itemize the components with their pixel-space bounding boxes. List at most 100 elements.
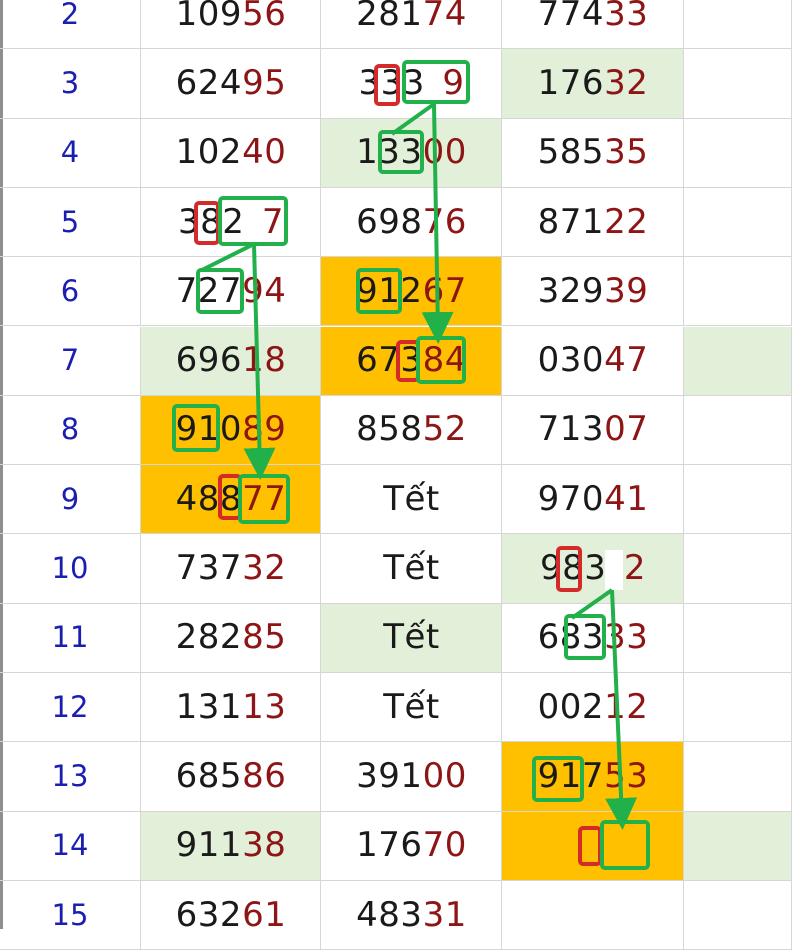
number-prefix: 488	[175, 478, 243, 519]
lottery-number: 58535	[502, 132, 684, 172]
row-number: 5	[60, 204, 80, 239]
number-suffix: 40	[242, 132, 287, 173]
number-suffix: 84	[422, 340, 467, 381]
number-suffix: 00	[422, 755, 467, 796]
number-suffix: 33	[604, 0, 649, 34]
result-cell	[684, 811, 792, 881]
number-suffix: 74	[422, 0, 467, 34]
holiday-label: Tết	[321, 479, 502, 519]
number-suffix: 94	[242, 270, 287, 311]
number-prefix: 176	[356, 825, 423, 866]
number-suffix: 32	[242, 548, 287, 589]
holiday-label: Tết	[321, 687, 502, 727]
lottery-number: 13113	[141, 687, 321, 727]
number-suffix: 00	[422, 132, 467, 173]
lottery-number: 69876	[321, 202, 502, 242]
row-number: 3	[60, 65, 80, 100]
number-prefix: 624	[175, 62, 243, 103]
row-number: 15	[51, 897, 89, 932]
lottery-number: 97041	[502, 479, 684, 519]
number-suffix: 22	[604, 201, 649, 242]
lottery-number: 72794	[141, 271, 321, 311]
lottery-number: 39100	[321, 756, 502, 796]
number-suffix: 7	[244, 201, 285, 242]
lottery-number: 17632	[502, 63, 684, 103]
number-suffix: 67	[422, 270, 467, 311]
number-prefix: 391	[356, 755, 423, 796]
lottery-number: 85852	[321, 409, 502, 449]
lottery-number: 62495	[141, 63, 321, 103]
number-prefix: 102	[175, 132, 243, 173]
row-number: 14	[51, 828, 89, 863]
lottery-number: 71307	[502, 409, 684, 449]
number-prefix: 911	[175, 825, 243, 866]
holiday-label: Tết	[321, 617, 502, 657]
row-number: 12	[51, 689, 89, 724]
row-number: 11	[51, 620, 89, 655]
lottery-number: 03047	[502, 340, 684, 380]
lottery-number: 17670	[321, 825, 502, 865]
number-suffix: 52	[422, 409, 467, 450]
number-prefix: 910	[175, 409, 243, 450]
lottery-number: 91753	[502, 756, 684, 796]
lottery-number: 983 2	[502, 548, 684, 588]
number-suffix: 85	[242, 617, 287, 658]
number-prefix: 382	[177, 201, 245, 242]
number-suffix: 76	[422, 201, 467, 242]
number-prefix: 696	[175, 340, 243, 381]
result-cell	[684, 673, 792, 743]
number-suffix: 07	[604, 409, 649, 450]
lottery-number: 91267	[321, 271, 502, 311]
result-cell	[684, 395, 792, 466]
lottery-number: 32939	[502, 271, 684, 311]
number-suffix: 53	[604, 755, 649, 796]
number-prefix: 970	[537, 478, 605, 519]
number-prefix: 858	[356, 409, 423, 450]
number-suffix: 38	[242, 825, 287, 866]
number-prefix: 713	[537, 409, 605, 450]
result-cell	[684, 880, 792, 950]
number-suffix: 13	[242, 686, 287, 727]
number-prefix: 983	[539, 548, 607, 589]
lottery-number: 382 7	[141, 202, 321, 242]
result-cell	[684, 603, 792, 673]
number-prefix: 131	[175, 686, 243, 727]
result-cell	[502, 880, 684, 950]
result-cell	[502, 811, 684, 881]
number-prefix: 917	[537, 755, 605, 796]
holiday-text: Tết	[383, 478, 440, 519]
number-suffix: 2	[606, 548, 647, 589]
row-number: 7	[60, 343, 80, 378]
number-prefix: 281	[356, 0, 423, 34]
number-prefix: 329	[537, 270, 605, 311]
result-cell	[684, 118, 792, 188]
number-prefix: 727	[175, 270, 243, 311]
number-suffix: 56	[242, 0, 287, 34]
number-prefix: 333	[358, 62, 425, 103]
result-cell	[684, 534, 792, 604]
number-prefix: 176	[537, 62, 605, 103]
number-suffix: 95	[242, 62, 287, 103]
result-cell	[684, 465, 792, 535]
result-cell	[684, 742, 792, 812]
lottery-number: 68333	[502, 617, 684, 657]
number-prefix: 030	[537, 340, 605, 381]
lottery-number: 48877	[141, 479, 321, 519]
lottery-number: 333 9	[321, 63, 502, 103]
number-prefix: 685	[175, 755, 243, 796]
holiday-label: Tết	[321, 548, 502, 588]
row-number: 10	[51, 551, 89, 586]
holiday-text: Tết	[383, 548, 440, 589]
number-prefix: 282	[175, 617, 243, 658]
number-prefix: 585	[537, 132, 605, 173]
number-suffix: 86	[242, 755, 287, 796]
row-number: 4	[60, 135, 80, 170]
number-prefix: 133	[356, 132, 423, 173]
lottery-number: 69618	[141, 340, 321, 380]
number-suffix: 9	[424, 62, 465, 103]
number-prefix: 698	[356, 201, 423, 242]
result-cell	[684, 49, 792, 119]
number-suffix: 41	[604, 478, 649, 519]
number-prefix: 109	[175, 0, 243, 34]
lottery-number: 00212	[502, 687, 684, 727]
